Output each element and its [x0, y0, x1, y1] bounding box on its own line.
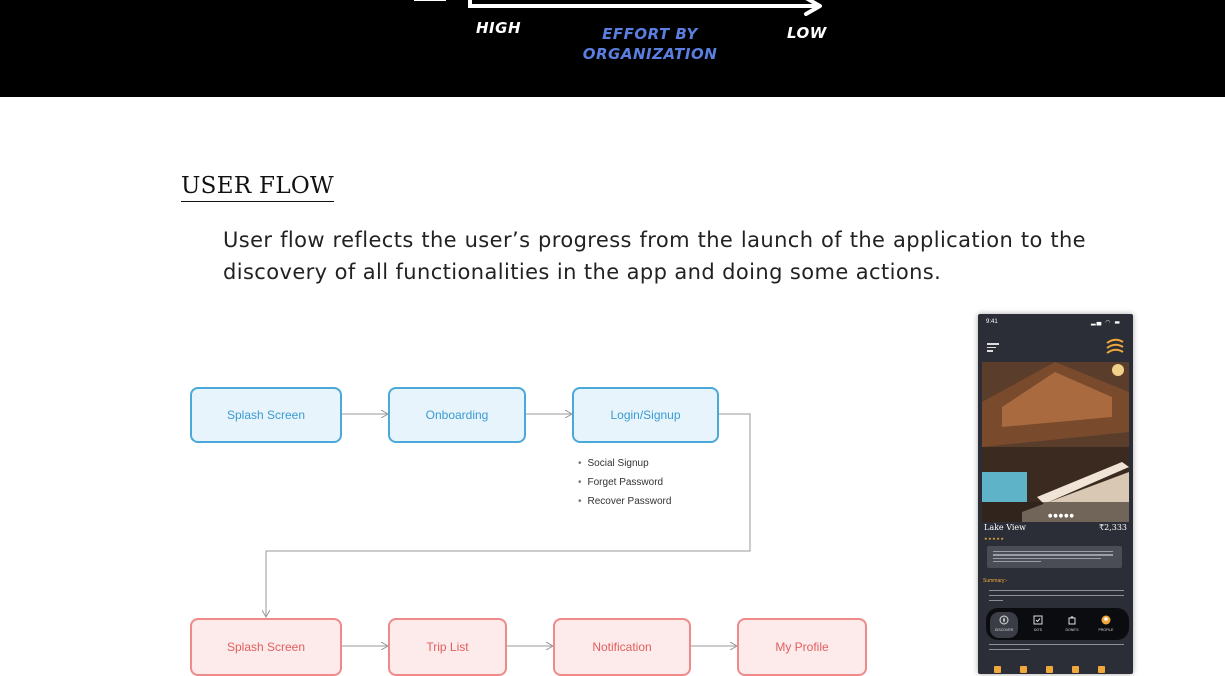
flow-node-onboarding: Onboarding [388, 387, 526, 443]
bottom-icon-row [992, 666, 1122, 674]
description-box [987, 546, 1122, 568]
flow-node-trip-list: Trip List [388, 618, 507, 676]
bullet-icon: • [578, 458, 582, 469]
effort-axis-band: HIGH EFFORT BY ORGANIZATION LOW [0, 0, 1225, 97]
tab-label: DO'S [1033, 628, 1043, 632]
summary-text-continued [989, 644, 1124, 654]
carousel-dots: ●●●●● [1048, 513, 1075, 519]
axis-center-line2: ORGANIZATION [582, 45, 718, 63]
bullet-icon: • [578, 477, 582, 488]
flow-node-splash-screen-2: Splash Screen [190, 618, 342, 676]
axis-center-label: EFFORT BY ORGANIZATION [575, 24, 725, 64]
tab-label: DISCOVER [994, 628, 1014, 632]
section-title: USER FLOW [181, 172, 334, 202]
list-item: • Social Signup [578, 456, 671, 475]
summary-label: Summary:- [983, 578, 1008, 584]
tab-discover[interactable]: DISCOVER [990, 612, 1018, 638]
flow-node-notification: Notification [553, 618, 691, 676]
flow-node-login-signup: Login/Signup [572, 387, 719, 443]
rating-stars: ★★★★★ [984, 536, 1005, 541]
phone-status-bar: 9:41 ▂▄ ◠ ▬ [978, 314, 1133, 332]
place-title: Lake View [984, 523, 1026, 532]
login-options-list: • Social Signup • Forget Password • Recover… [578, 456, 671, 513]
amenity-icon [1046, 666, 1053, 673]
favorite-icon[interactable] [1112, 364, 1124, 376]
wifi-icon [994, 666, 1001, 673]
login-option-label: Recover Password [587, 496, 672, 507]
axis-center-line1: EFFORT BY [602, 25, 698, 43]
status-icons: ▂▄ ◠ ▬ [1091, 319, 1121, 326]
amenity-icon [1098, 666, 1105, 673]
connector-login-to-row2 [266, 413, 751, 617]
phone-mockup: 9:41 ▂▄ ◠ ▬ ●●●●● Lake View ₹2,333 ★★★★★… [978, 314, 1133, 674]
flow-node-my-profile: My Profile [737, 618, 867, 676]
tab-dos[interactable]: DO'S [1024, 612, 1052, 638]
hamburger-menu-icon[interactable] [987, 343, 999, 354]
login-option-label: Forget Password [587, 477, 664, 488]
section-intro: User flow reflects the user’s progress f… [223, 228, 1086, 284]
tab-label: PROFILE [1098, 628, 1114, 632]
amenity-icon [1020, 666, 1027, 673]
tab-profile[interactable]: PROFILE [1092, 612, 1120, 638]
axis-low-label: LOW [787, 24, 827, 42]
login-option-label: Social Signup [587, 458, 649, 469]
place-price: ₹2,333 [1099, 523, 1127, 532]
avatar-icon [1101, 615, 1111, 625]
axis-high-label: HIGH [476, 19, 522, 37]
compass-icon [999, 615, 1009, 625]
list-item: • Recover Password [578, 494, 671, 513]
flow-node-splash-screen: Splash Screen [190, 387, 342, 443]
bottom-tab-bar: DISCOVER DO'S DONE'S PROFILE [986, 608, 1129, 640]
bag-icon [1068, 616, 1076, 625]
tab-dones[interactable]: DONE'S [1058, 612, 1086, 638]
amenity-icon [1072, 666, 1079, 673]
summary-text [989, 590, 1124, 604]
app-logo-icon [1106, 338, 1124, 354]
hero-photo [982, 362, 1129, 522]
list-item: • Forget Password [578, 475, 671, 494]
tab-label: DONE'S [1065, 628, 1079, 632]
status-time: 9:41 [986, 319, 998, 325]
checklist-icon [1033, 615, 1043, 625]
bullet-icon: • [578, 496, 582, 507]
